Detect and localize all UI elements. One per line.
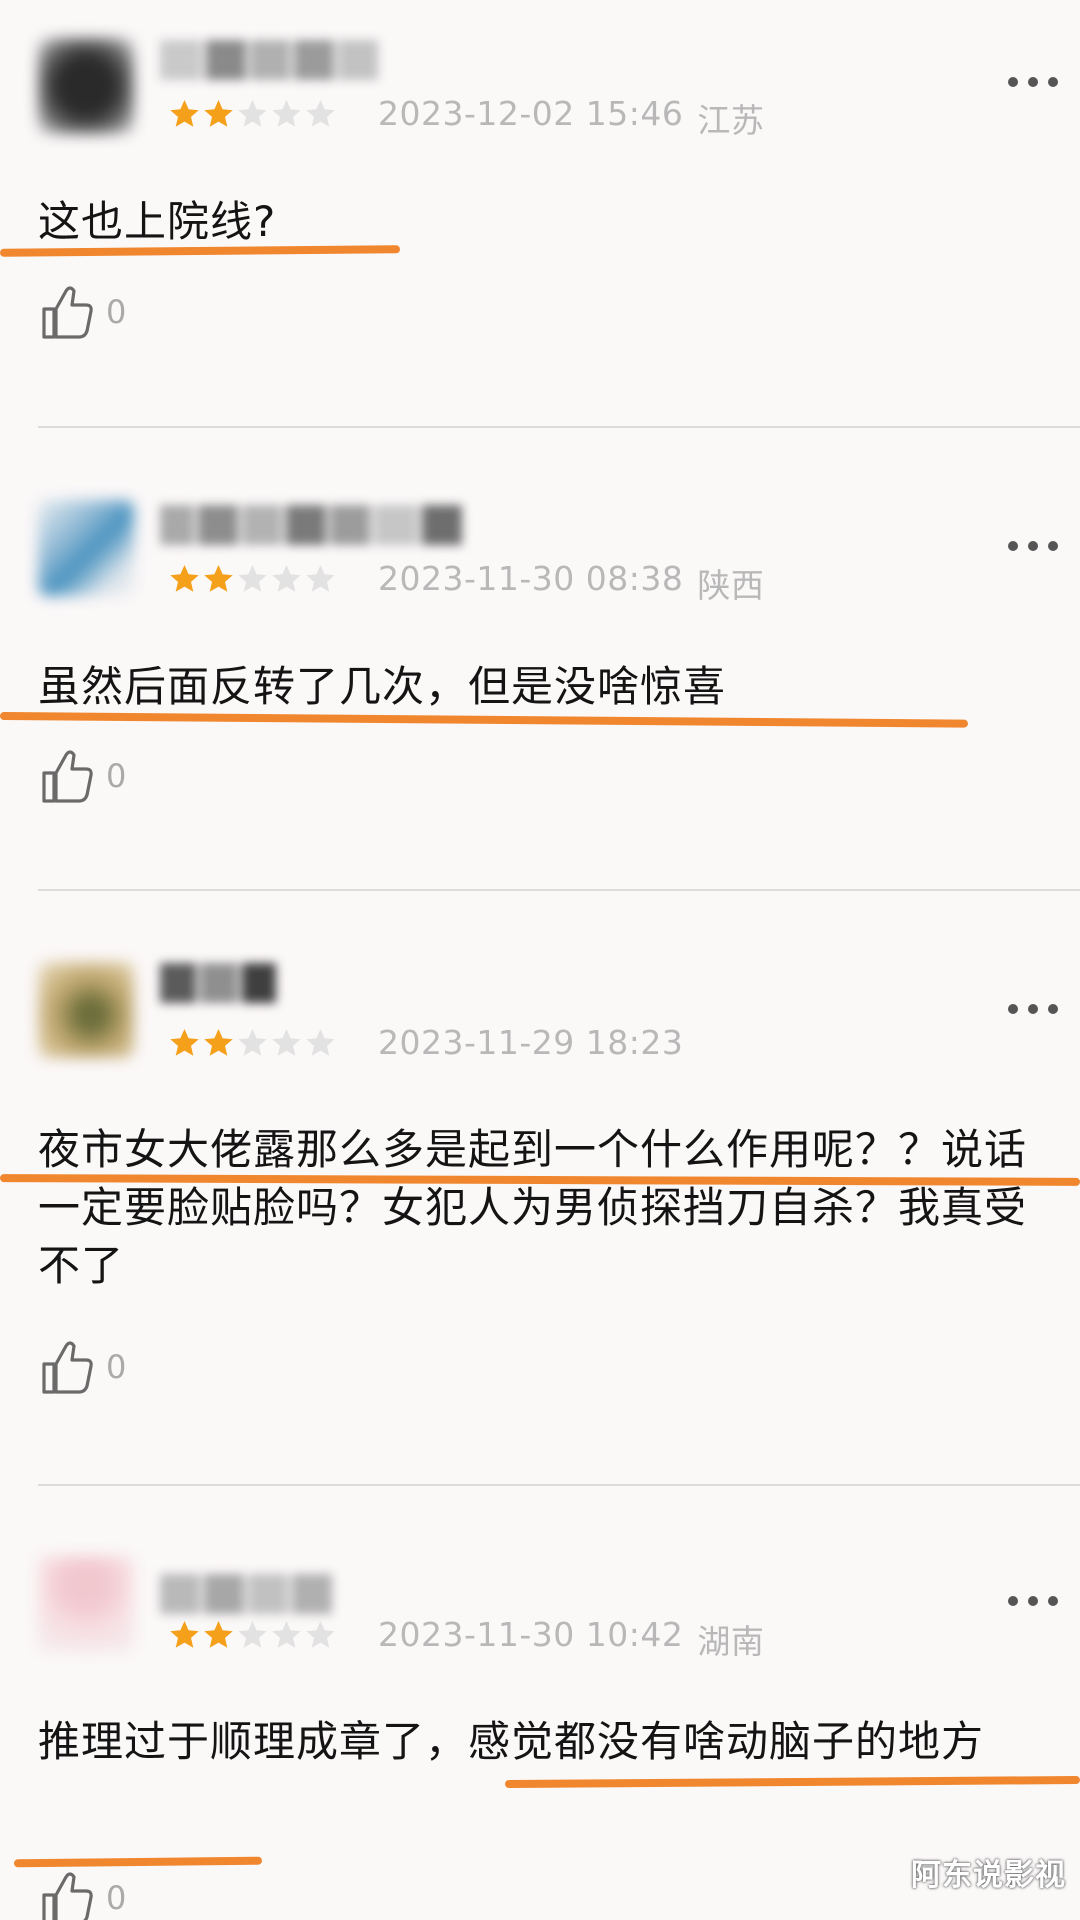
star-icon — [204, 565, 233, 592]
star-icon — [272, 1621, 301, 1648]
star-icon — [170, 100, 199, 127]
thumbs-up-icon — [42, 750, 93, 803]
like-count: 0 — [106, 1879, 127, 1917]
star-icon — [204, 100, 233, 127]
star-rating — [168, 1619, 337, 1655]
like-count: 0 — [106, 757, 127, 795]
star-icon — [306, 100, 335, 127]
comment-meta: 2023-12-02 15:46 江苏 — [378, 94, 764, 142]
comment-list: 2023-12-02 15:46 江苏 这也上院线? 0 2023-11-30 … — [0, 0, 1080, 1920]
star-icon — [272, 100, 301, 127]
star-icon — [238, 1621, 267, 1648]
like-button[interactable]: 0 — [40, 1868, 126, 1920]
comment-text: 这也上院线? — [38, 197, 277, 246]
thumbs-up-icon — [42, 1341, 93, 1394]
username-blurred[interactable] — [160, 505, 462, 545]
comment-date: 2023-11-29 18:23 — [378, 1023, 684, 1062]
divider — [38, 889, 1080, 891]
username-blurred[interactable] — [160, 1574, 332, 1614]
comment-text: 虽然后面反转了几次，但是没啥惊喜 — [38, 662, 727, 711]
star-icon — [272, 1029, 301, 1056]
comment-location: 江苏 — [697, 101, 765, 140]
star-icon — [170, 1621, 199, 1648]
username-blurred[interactable] — [160, 40, 378, 80]
star-icon — [238, 100, 267, 127]
comment-location: 湖南 — [697, 1622, 765, 1661]
more-dots-icon[interactable] — [1008, 999, 1058, 1019]
comment-date: 2023-12-02 15:46 — [378, 94, 684, 133]
comment-text: 推理过于顺理成章了，感觉都没有啥动脑子的地方 — [38, 1717, 985, 1766]
thumbs-up-icon — [42, 1872, 93, 1920]
more-dots-icon[interactable] — [1008, 1591, 1058, 1611]
star-rating — [168, 563, 337, 599]
star-icon — [306, 565, 335, 592]
comment-location: 陕西 — [697, 566, 765, 605]
highlight-underline — [13, 1856, 263, 1868]
like-count: 0 — [106, 293, 127, 331]
like-count: 0 — [106, 1348, 127, 1386]
username-blurred[interactable] — [160, 963, 276, 1003]
comment-meta: 2023-11-30 08:38 陕西 — [378, 559, 764, 607]
highlight-underline — [504, 1775, 1080, 1789]
star-icon — [306, 1621, 335, 1648]
divider — [38, 426, 1080, 428]
star-icon — [204, 1029, 233, 1056]
comment-text: 夜市女大佬露那么多是起到一个什么作用呢？？说话一定要脸贴脸吗？女犯人为男侦探挡刀… — [38, 1125, 1028, 1290]
star-icon — [272, 565, 301, 592]
thumbs-up-icon — [42, 286, 93, 339]
avatar[interactable] — [38, 500, 134, 596]
divider — [38, 1484, 1080, 1486]
like-button[interactable]: 0 — [40, 282, 126, 342]
star-rating — [168, 98, 337, 134]
comment-date: 2023-11-30 08:38 — [378, 559, 684, 598]
star-icon — [306, 1029, 335, 1056]
like-button[interactable]: 0 — [40, 1337, 126, 1397]
watermark: 阿东说影视 — [911, 1858, 1066, 1893]
more-dots-icon[interactable] — [1008, 536, 1058, 556]
comment-meta: 2023-11-29 18:23 — [378, 1023, 697, 1062]
star-icon — [238, 1029, 267, 1056]
star-icon — [170, 1029, 199, 1056]
star-icon — [170, 565, 199, 592]
star-icon — [238, 565, 267, 592]
comment-meta: 2023-11-30 10:42 湖南 — [378, 1615, 764, 1663]
star-icon — [204, 1621, 233, 1648]
avatar[interactable] — [38, 1556, 134, 1652]
avatar[interactable] — [38, 38, 134, 134]
avatar[interactable] — [38, 962, 134, 1058]
comment-date: 2023-11-30 10:42 — [378, 1615, 684, 1654]
star-rating — [168, 1027, 337, 1063]
like-button[interactable]: 0 — [40, 746, 126, 806]
more-dots-icon[interactable] — [1008, 72, 1058, 92]
